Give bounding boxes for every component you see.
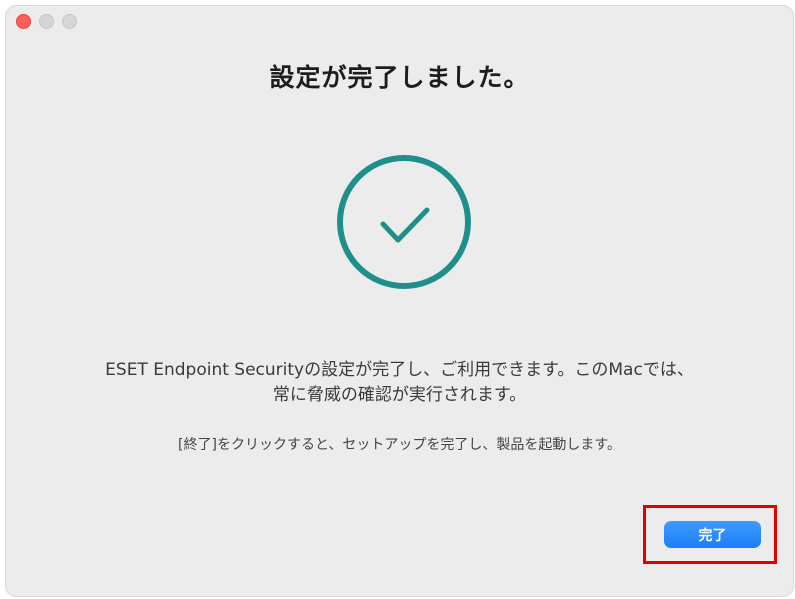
window-controls bbox=[16, 14, 77, 29]
minimize-window-button[interactable] bbox=[39, 14, 54, 29]
checkmark-circle-icon bbox=[337, 155, 471, 289]
close-window-button[interactable] bbox=[16, 14, 31, 29]
message-line-1: ESET Endpoint Securityの設定が完了し、ご利用できます。この… bbox=[105, 360, 694, 380]
zoom-window-button[interactable] bbox=[62, 14, 77, 29]
page-title: 設定が完了しました。 bbox=[269, 63, 530, 92]
done-button[interactable]: 完了 bbox=[664, 521, 761, 548]
completion-message: ESET Endpoint Securityの設定が完了し、ご利用できます。この… bbox=[46, 358, 753, 408]
hint-text: [終了]をクリックすると、セットアップを完了し、製品を起動します。 bbox=[178, 437, 621, 453]
message-line-2: 常に脅威の確認が実行されます。 bbox=[272, 385, 527, 405]
